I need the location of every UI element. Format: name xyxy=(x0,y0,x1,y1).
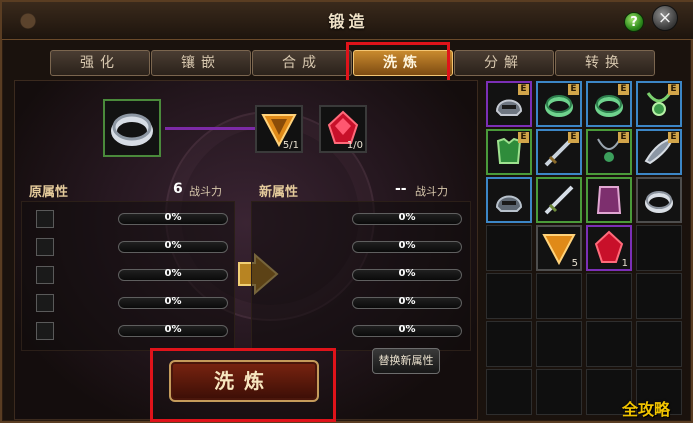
inventory-item[interactable] xyxy=(536,177,582,223)
equipped-badge: E xyxy=(618,84,629,95)
inventory-empty-slot[interactable] xyxy=(486,273,532,319)
tab-decompose[interactable]: 分解 xyxy=(454,50,554,76)
replace-attributes-button[interactable]: 替换新属性 xyxy=(372,348,440,374)
attr-bar: 0% xyxy=(352,240,462,253)
attr-lock-checkbox[interactable] xyxy=(36,322,54,340)
material-qty: 5/1 xyxy=(282,140,299,151)
original-attr-list: 0% 0% 0% 0% 0% xyxy=(21,201,235,351)
inventory-item[interactable]: E xyxy=(636,129,682,175)
attr-bar: 0% xyxy=(352,212,462,225)
window-title: 锻造 xyxy=(328,12,369,31)
highlight-refine-button xyxy=(150,348,336,422)
tab-enhance[interactable]: 强化 xyxy=(50,50,150,76)
equipped-badge: E xyxy=(568,132,579,143)
inventory-item[interactable]: E xyxy=(586,129,632,175)
tab-convert[interactable]: 转换 xyxy=(555,50,655,76)
original-power-value: 6 xyxy=(173,181,183,197)
inventory-empty-slot[interactable] xyxy=(636,225,682,271)
material-qty: 1/0 xyxy=(346,140,363,151)
new-attr-label: 新属性 xyxy=(259,185,299,200)
watermark: 全攻略 xyxy=(622,400,671,419)
equipped-badge: E xyxy=(618,132,629,143)
inventory-item[interactable]: E xyxy=(486,81,532,127)
attr-lock-checkbox[interactable] xyxy=(36,294,54,312)
equipment-slot[interactable] xyxy=(103,99,161,157)
attr-lock-checkbox[interactable] xyxy=(36,266,54,284)
list-item: 0% xyxy=(22,294,228,314)
inventory-item[interactable]: E xyxy=(586,81,632,127)
inventory-empty-slot[interactable] xyxy=(586,321,632,367)
ring-icon xyxy=(111,113,153,146)
sword-icon xyxy=(544,185,574,215)
item-qty: 1 xyxy=(621,258,628,269)
inventory-item[interactable]: 5 xyxy=(536,225,582,271)
list-item: 0% xyxy=(252,238,472,258)
inventory-item[interactable] xyxy=(636,177,682,223)
material-slot-1[interactable]: 5/1 xyxy=(255,105,303,153)
list-item: 0% xyxy=(252,322,472,342)
list-item: 0% xyxy=(22,210,228,230)
equipped-badge: E xyxy=(668,84,679,95)
attr-bar: 0% xyxy=(352,296,462,309)
new-attr-list: 0% 0% 0% 0% 0% xyxy=(251,201,471,351)
inventory-empty-slot[interactable] xyxy=(536,321,582,367)
equipped-badge: E xyxy=(568,84,579,95)
inventory-empty-slot[interactable] xyxy=(536,273,582,319)
list-item: 0% xyxy=(22,238,228,258)
helmet-icon xyxy=(495,195,523,212)
inventory-item[interactable]: 1 xyxy=(586,225,632,271)
inventory-item[interactable] xyxy=(586,177,632,223)
original-power-label: 战斗力 xyxy=(189,185,222,198)
armor-icon xyxy=(596,186,622,214)
list-item: 0% xyxy=(252,210,472,230)
inventory-item[interactable]: E xyxy=(536,129,582,175)
list-item: 0% xyxy=(252,294,472,314)
inventory-item[interactable]: E xyxy=(536,81,582,127)
tab-synthesize[interactable]: 合成 xyxy=(252,50,352,76)
attr-bar: 0% xyxy=(118,324,228,337)
inventory-item[interactable]: E xyxy=(486,129,532,175)
equipped-badge: E xyxy=(668,132,679,143)
list-item: 0% xyxy=(22,322,228,342)
inventory-item[interactable] xyxy=(486,177,532,223)
attr-lock-checkbox[interactable] xyxy=(36,238,54,256)
attr-bar: 0% xyxy=(118,212,228,225)
inventory-empty-slot[interactable] xyxy=(636,273,682,319)
equipped-badge: E xyxy=(518,132,529,143)
inventory-empty-slot[interactable] xyxy=(536,369,582,415)
attr-bar: 0% xyxy=(118,268,228,281)
list-item: 0% xyxy=(22,266,228,286)
attr-bar: 0% xyxy=(352,268,462,281)
ring-icon xyxy=(645,191,673,213)
help-button[interactable]: ? xyxy=(624,12,644,32)
inventory-empty-slot[interactable] xyxy=(636,321,682,367)
new-power-label: 战斗力 xyxy=(415,185,448,198)
new-power-value: -- xyxy=(395,181,407,197)
item-qty: 5 xyxy=(571,258,578,269)
inventory-empty-slot[interactable] xyxy=(486,321,532,367)
original-attr-label: 原属性 xyxy=(29,185,69,200)
forge-window: 锻造 ? × 强化 镶嵌 合成 洗炼 分解 转换 5/1 1/0 原属性 6 战… xyxy=(0,0,693,423)
material-connector xyxy=(165,127,257,130)
list-item: 0% xyxy=(252,266,472,286)
material-slot-2[interactable]: 1/0 xyxy=(319,105,367,153)
close-button[interactable]: × xyxy=(652,5,678,31)
attr-bar: 0% xyxy=(118,296,228,309)
attr-lock-checkbox[interactable] xyxy=(36,210,54,228)
equipped-badge: E xyxy=(518,84,529,95)
inventory-empty-slot[interactable] xyxy=(486,369,532,415)
title-bar: 锻造 ? × xyxy=(2,2,693,40)
attr-bar: 0% xyxy=(118,240,228,253)
inventory-grid: E E E E E E E E 5 1 xyxy=(484,79,690,419)
tab-inlay[interactable]: 镶嵌 xyxy=(151,50,251,76)
attr-bar: 0% xyxy=(352,324,462,337)
inventory-item[interactable]: E xyxy=(636,81,682,127)
inventory-empty-slot[interactable] xyxy=(486,225,532,271)
inventory-empty-slot[interactable] xyxy=(586,273,632,319)
